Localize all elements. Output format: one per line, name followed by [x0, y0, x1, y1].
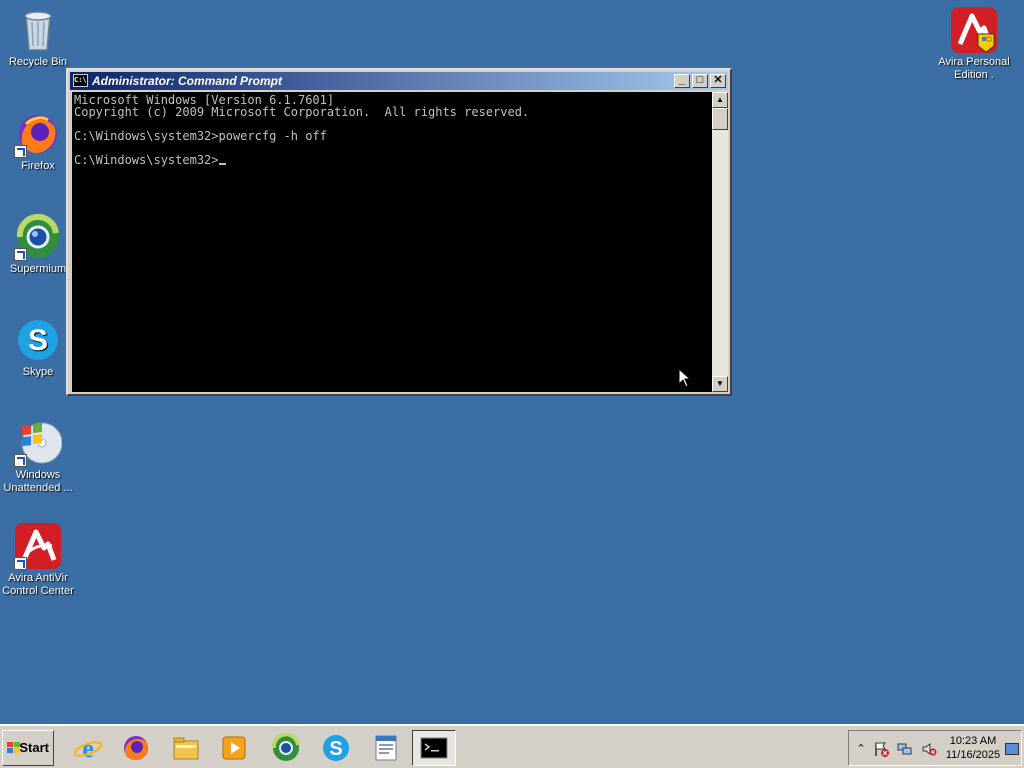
avira-shield-icon — [950, 6, 998, 54]
console-output[interactable]: Microsoft Windows [Version 6.1.7601] Copy… — [72, 92, 712, 392]
text-cursor — [218, 163, 226, 165]
desktop-icon-recycle-bin[interactable]: Recycle Bin — [0, 6, 76, 69]
desktop-icon-label: Windows Unattended ... — [3, 469, 73, 494]
taskbar-app-explorer[interactable] — [164, 730, 208, 766]
console-line: Copyright (c) 2009 Microsoft Corporation… — [74, 105, 530, 119]
system-tray: ⌃ 10:23 AM 11/16/2025 — [848, 730, 1022, 766]
desktop-icon-label: Skype — [22, 366, 54, 378]
taskbar-clock[interactable]: 10:23 AM 11/16/2025 — [941, 734, 1005, 762]
maximize-button[interactable]: □ — [692, 74, 708, 88]
show-hidden-icons-chevron-icon[interactable]: ⌃ — [853, 741, 869, 757]
desktop-icon-avira-personal[interactable]: Avira Personal Edition . — [936, 6, 1012, 82]
volume-muted-icon[interactable] — [921, 741, 937, 757]
taskbar-app-supermium[interactable] — [264, 730, 308, 766]
command-prompt-window[interactable]: C:\ Administrator: Command Prompt _ □ ✕ … — [66, 68, 732, 396]
console-prompt: C:\Windows\system32> — [74, 153, 219, 167]
desktop-icon-firefox[interactable]: Firefox — [0, 110, 76, 173]
clock-time: 10:23 AM — [949, 735, 997, 747]
desktop-icon-label: Avira Personal Edition . — [938, 56, 1010, 81]
firefox-icon — [14, 110, 62, 158]
supermium-icon — [14, 213, 62, 261]
taskbar: Start e S ⌃ 10:23 AM 11/16/2025 — [0, 724, 1024, 768]
show-desktop-button[interactable] — [1005, 743, 1019, 755]
skype-icon: S — [14, 316, 62, 364]
taskbar-app-wordpad[interactable] — [364, 730, 408, 766]
recycle-bin-icon — [14, 6, 62, 54]
desktop-icon-label: Firefox — [21, 160, 55, 172]
scroll-thumb[interactable] — [712, 108, 728, 130]
console-line: C:\Windows\system32>powercfg -h off — [74, 129, 327, 143]
action-center-flag-icon[interactable] — [873, 741, 889, 757]
console-prompt-line[interactable]: C:\Windows\system32> — [74, 154, 712, 166]
vertical-scrollbar[interactable]: ▲ ▼ — [712, 92, 728, 392]
windows-flag-icon — [7, 742, 20, 753]
desktop-icon-windows-unattended[interactable]: Windows Unattended ... — [0, 419, 76, 495]
command-prompt-icon — [420, 737, 448, 759]
scroll-down-button[interactable]: ▼ — [712, 376, 728, 392]
skype-icon: S — [323, 735, 349, 761]
desktop-icon-avira-control-center[interactable]: Avira AntiVir Control Center — [0, 522, 76, 598]
mouse-pointer-icon — [678, 368, 692, 388]
clock-date: 11/16/2025 — [945, 749, 1001, 761]
minimize-button[interactable]: _ — [674, 74, 690, 88]
start-button[interactable]: Start — [2, 730, 54, 766]
svg-text:S: S — [28, 324, 48, 357]
desktop-icon-skype[interactable]: S Skype — [0, 316, 76, 379]
file-explorer-icon — [173, 737, 199, 760]
shortcut-arrow-icon — [14, 248, 27, 261]
desktop-icon-label: Avira AntiVir Control Center — [2, 572, 74, 597]
supermium-icon — [271, 733, 300, 761]
taskbar-app-internet-explorer[interactable]: e — [66, 730, 110, 766]
shortcut-arrow-icon — [14, 145, 27, 158]
avira-icon — [14, 522, 62, 570]
media-player-icon — [222, 736, 246, 760]
taskbar-app-command-prompt[interactable] — [412, 730, 456, 766]
internet-explorer-icon: e — [73, 734, 103, 763]
network-icon[interactable] — [897, 741, 913, 757]
scroll-up-button[interactable]: ▲ — [712, 92, 728, 108]
taskbar-app-firefox[interactable] — [114, 730, 158, 766]
shortcut-arrow-icon — [14, 454, 27, 467]
window-title: Administrator: Command Prompt — [92, 74, 283, 88]
window-titlebar[interactable]: C:\ Administrator: Command Prompt _ □ ✕ — [70, 72, 728, 90]
svg-text:e: e — [82, 734, 94, 763]
firefox-icon — [124, 736, 148, 760]
taskbar-app-skype[interactable]: S — [314, 730, 358, 766]
shortcut-arrow-icon — [14, 557, 27, 570]
start-label: Start — [19, 740, 49, 755]
desktop-icon-supermium[interactable]: Supermium — [0, 213, 76, 276]
command-prompt-icon[interactable]: C:\ — [73, 74, 88, 87]
windows-disc-icon — [14, 419, 62, 467]
svg-text:S: S — [329, 738, 342, 760]
desktop-icon-label: Recycle Bin — [8, 56, 68, 68]
desktop-icon-label: Supermium — [9, 263, 67, 275]
wordpad-icon — [375, 735, 397, 761]
close-button[interactable]: ✕ — [710, 74, 726, 88]
taskbar-app-media-player[interactable] — [212, 730, 256, 766]
